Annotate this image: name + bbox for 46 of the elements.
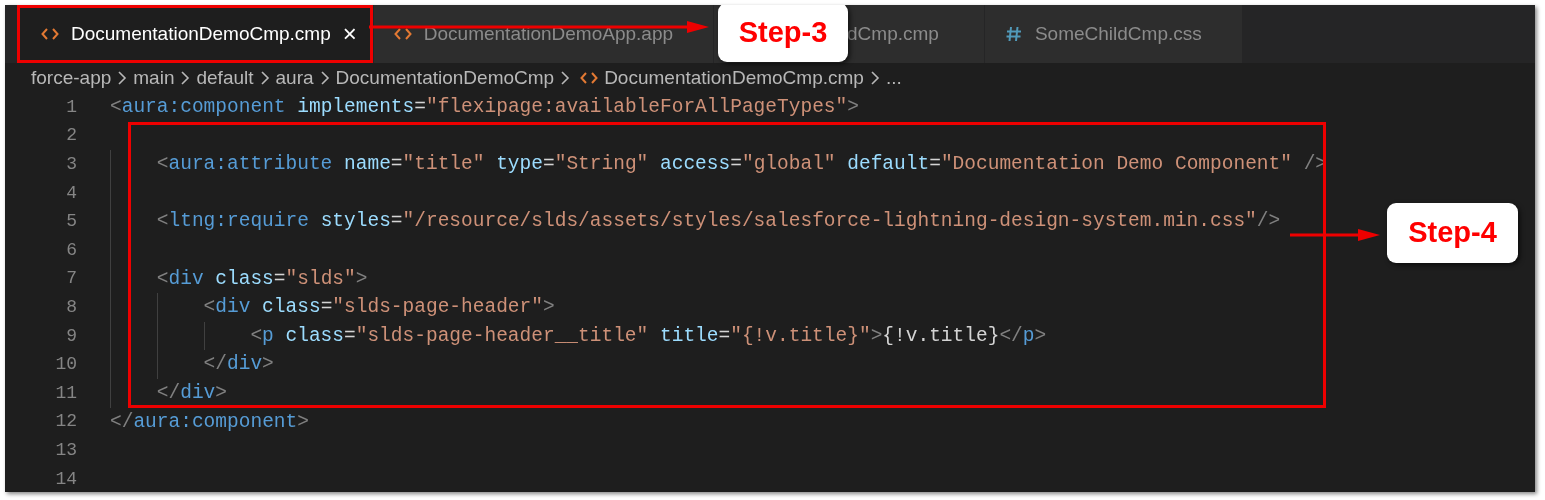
line-number: 14 xyxy=(54,467,77,491)
hash-icon xyxy=(1004,26,1023,42)
breadcrumb-item[interactable]: default xyxy=(196,63,254,93)
code-line: <div class="slds"> xyxy=(110,264,368,294)
code-brackets-icon xyxy=(41,26,59,42)
line-number: 11 xyxy=(54,381,77,405)
line-number: 4 xyxy=(65,181,77,205)
editor-tab[interactable]: DocumentationDemoApp.app xyxy=(373,5,715,63)
code-line: </div> xyxy=(110,350,274,379)
chevron-icon xyxy=(117,70,128,86)
step-callout: Step-4 xyxy=(1387,203,1518,263)
editor-tab[interactable]: SomeChildCmp.css xyxy=(984,5,1243,63)
code-brackets-icon xyxy=(393,26,412,42)
line-number: 10 xyxy=(54,353,77,377)
line-number: 12 xyxy=(54,410,77,434)
close-button[interactable]: × xyxy=(342,22,357,46)
line-number: 8 xyxy=(65,295,77,319)
editor-tab[interactable]: dCmp.cmp xyxy=(847,5,985,63)
breadcrumb-item[interactable]: ... xyxy=(885,63,902,93)
breadcrumb-item[interactable]: force-app xyxy=(31,63,112,93)
code-line: <div class="slds-page-header"> xyxy=(110,293,555,322)
code-line: <p class="slds-page-header__title" title="{!v.title}">{!v.title}</p> xyxy=(110,321,1047,351)
editor-tab[interactable]: DocumentationDemoCmp.cmp × xyxy=(17,5,374,63)
code-line: <aura:component implements="flexipage:availableForAllPageTypes"> xyxy=(110,95,859,120)
line-number: 7 xyxy=(65,267,77,291)
code-brackets-icon xyxy=(580,70,599,86)
line-number: 3 xyxy=(65,153,77,176)
breadcrumb-item[interactable]: main xyxy=(133,63,175,93)
line-number: 13 xyxy=(54,438,77,462)
chevron-icon xyxy=(319,70,330,86)
chevron-icon xyxy=(259,70,270,86)
code-line: </aura:component> xyxy=(110,409,309,435)
line-number: 6 xyxy=(65,238,77,262)
breadcrumb-item[interactable]: aura xyxy=(275,63,314,93)
line-number: 5 xyxy=(65,210,77,234)
step-callout: Step-3 xyxy=(718,5,848,62)
breadcrumb-item[interactable]: DocumentationDemoCmp.cmp xyxy=(604,63,864,93)
breadcrumb-item[interactable]: DocumentationDemoCmp xyxy=(335,63,555,93)
code-line: <ltng:require styles="/resource/slds/assets/styles/salesforce-lightning-design-system.min.css"/> xyxy=(110,207,1281,236)
line-number: 1 xyxy=(65,95,77,119)
code-line: </div> xyxy=(110,378,227,408)
chevron-icon xyxy=(869,70,880,86)
chevron-icon xyxy=(560,70,571,86)
chevron-icon xyxy=(180,70,191,86)
line-number: 9 xyxy=(65,324,77,348)
line-number: 2 xyxy=(65,124,77,148)
